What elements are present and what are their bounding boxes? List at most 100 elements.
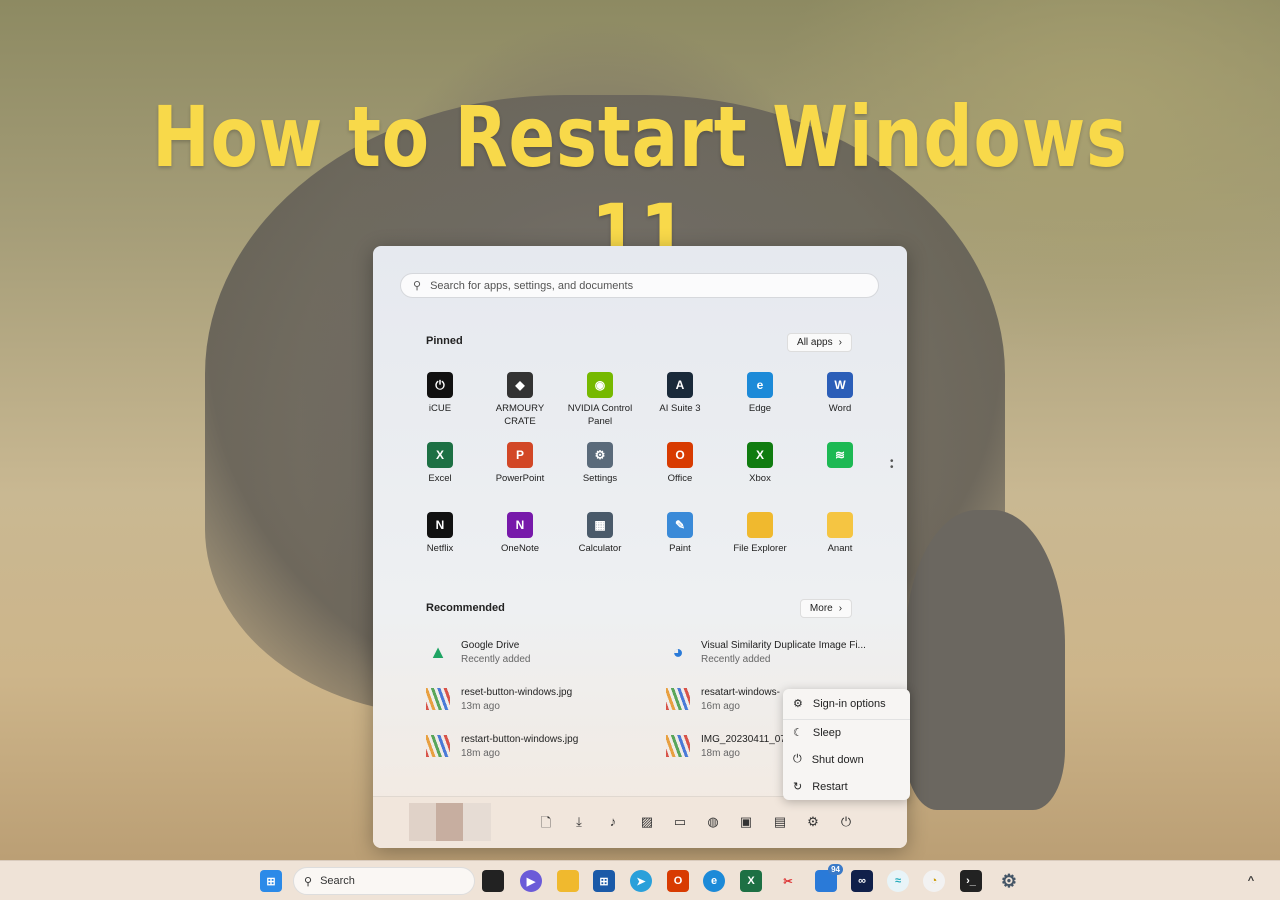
snipping-tool-icon[interactable]: ✂ (777, 870, 799, 892)
xbox-icon: X (747, 442, 773, 468)
divider (783, 719, 910, 720)
pinned-app[interactable]: ◉ NVIDIA Control Panel (560, 372, 640, 428)
pinned-heading: Pinned (426, 335, 463, 347)
terminal-icon[interactable]: ›_ (960, 870, 982, 892)
downloads-icon[interactable]: ⤓ (569, 814, 589, 830)
pinned-app[interactable]: A AI Suite 3 (640, 372, 720, 415)
recommended-item-name: Google Drive (461, 639, 520, 651)
nvidia-icon: ◉ (587, 372, 613, 398)
gear-icon: ⚙ (793, 698, 803, 710)
image-file-icon (425, 733, 451, 759)
task-view-icon[interactable] (482, 870, 504, 892)
recommended-item[interactable]: ▲ Google Drive Recently added (425, 639, 531, 665)
pinned-app[interactable]: ⚙ Settings (560, 442, 640, 485)
app-icon[interactable]: ∞ (851, 870, 873, 892)
recommended-item-time: Recently added (701, 653, 771, 665)
moon-icon: ☾ (793, 727, 803, 739)
chevron-right-icon: › (838, 603, 843, 614)
pinned-app[interactable]: W Word (800, 372, 880, 415)
restart-icon: ↻ (793, 781, 803, 793)
chevron-right-icon: › (838, 337, 842, 348)
edge-icon[interactable]: e (703, 870, 725, 892)
chevron-up-icon[interactable]: ^ (1240, 870, 1262, 892)
taskbar-search[interactable]: ⚲ Search (293, 867, 475, 895)
ai-suite-icon: A (667, 372, 693, 398)
recommended-item[interactable]: reset-button-windows.jpg 13m ago (425, 686, 572, 712)
pinned-app[interactable]: File Explorer (720, 512, 800, 555)
pinned-app[interactable]: e Edge (720, 372, 800, 415)
recommended-item[interactable]: resatart-windows- 16m ago (665, 686, 780, 712)
power-menu-sleep[interactable]: ☾ Sleep (793, 726, 841, 740)
file-explorer-icon (747, 512, 773, 538)
power-icon[interactable]: ⏻ (836, 814, 856, 830)
pinned-app-label: Edge (748, 403, 772, 414)
spotify-icon: ≋ (827, 442, 853, 468)
pinned-app-label: ARMOURY CRATE (495, 403, 545, 427)
recommended-item-name: resatart-windows- (701, 686, 780, 698)
image-file-icon (665, 733, 691, 759)
videos-icon[interactable]: ▭ (670, 814, 690, 830)
netflix-icon: N (427, 512, 453, 538)
pinned-app-label: Excel (428, 473, 452, 484)
user-avatar[interactable] (409, 803, 491, 841)
more-button[interactable]: More › (800, 599, 852, 618)
background-baby-elephant (905, 510, 1065, 810)
network-icon[interactable]: ◍ (703, 814, 723, 830)
pinned-app[interactable]: N OneNote (480, 512, 560, 555)
power-icon: ⏻ (793, 753, 802, 765)
folder-icon (827, 512, 853, 538)
recommended-item[interactable]: IMG_20230411_07 18m ago (665, 733, 786, 759)
pinned-app[interactable]: X Xbox (720, 442, 800, 485)
documents-icon[interactable]: 🗋 (536, 814, 556, 836)
pictures-icon[interactable]: ▨ (637, 814, 657, 830)
pinned-app-label: OneNote (500, 543, 540, 554)
file-explorer-icon[interactable]: ▤ (770, 814, 790, 830)
clock-icon[interactable]: ◔ (923, 870, 945, 892)
teams-chat-icon[interactable]: ▶ (520, 870, 542, 892)
pinned-app[interactable]: ⏻ iCUE (400, 372, 480, 415)
all-apps-button[interactable]: All apps › (787, 333, 852, 352)
music-icon[interactable]: ♪ (603, 814, 623, 829)
power-menu-sign-in-options[interactable]: ⚙ Sign-in options (793, 697, 886, 711)
pinned-app[interactable]: N Netflix (400, 512, 480, 555)
power-menu-restart[interactable]: ↻ Restart (793, 780, 848, 794)
start-button[interactable]: ⊞ (260, 870, 282, 892)
file-explorer-icon[interactable] (557, 870, 579, 892)
settings-icon[interactable]: ⚙ (998, 870, 1020, 892)
excel-icon[interactable]: X (740, 870, 762, 892)
image-file-icon (665, 686, 691, 712)
pinned-app-label: iCUE (428, 403, 452, 414)
pinned-app[interactable]: P PowerPoint (480, 442, 560, 485)
store-icon[interactable]: ⊞ (593, 870, 615, 892)
recommended-item[interactable]: ◕ Visual Similarity Duplicate Image Fi...… (665, 639, 866, 665)
personal-folder-icon[interactable]: ▣ (736, 814, 756, 830)
recommended-heading: Recommended (426, 602, 505, 614)
word-icon: W (827, 372, 853, 398)
pinned-app[interactable]: X Excel (400, 442, 480, 485)
edge-icon: e (747, 372, 773, 398)
telegram-icon[interactable]: ➤ (630, 870, 652, 892)
sync-app-icon[interactable]: ≈ (887, 870, 909, 892)
pinned-app[interactable]: ≋ (800, 442, 880, 472)
power-menu-shut-down[interactable]: ⏻ Shut down (793, 753, 864, 766)
page-dots[interactable]: • • (890, 457, 894, 473)
recommended-item[interactable]: restart-button-windows.jpg 18m ago (425, 733, 578, 759)
pinned-app-label: Netflix (426, 543, 454, 554)
outlook-icon[interactable]: 94 (815, 864, 843, 892)
search-icon: ⚲ (413, 280, 422, 292)
pinned-app[interactable]: ✎ Paint (640, 512, 720, 555)
recommended-item-time: Recently added (461, 653, 531, 665)
settings-icon[interactable]: ⚙ (803, 814, 823, 830)
start-search-input[interactable]: ⚲ Search for apps, settings, and document… (400, 273, 879, 298)
office-icon[interactable]: O (667, 870, 689, 892)
duplicate-image-finder-icon: ◕ (672, 641, 684, 662)
pinned-app-label: Word (828, 403, 852, 414)
pinned-app-label: AI Suite 3 (659, 403, 701, 414)
pinned-app[interactable]: ▦ Calculator (560, 512, 640, 555)
pinned-app[interactable]: Anant (800, 512, 880, 555)
pinned-app[interactable]: ◆ ARMOURY CRATE (480, 372, 560, 428)
recommended-item-time: 13m ago (461, 700, 500, 712)
pinned-app-label: PowerPoint (495, 473, 545, 484)
pinned-app[interactable]: O Office (640, 442, 720, 485)
paint-icon: ✎ (667, 512, 693, 538)
